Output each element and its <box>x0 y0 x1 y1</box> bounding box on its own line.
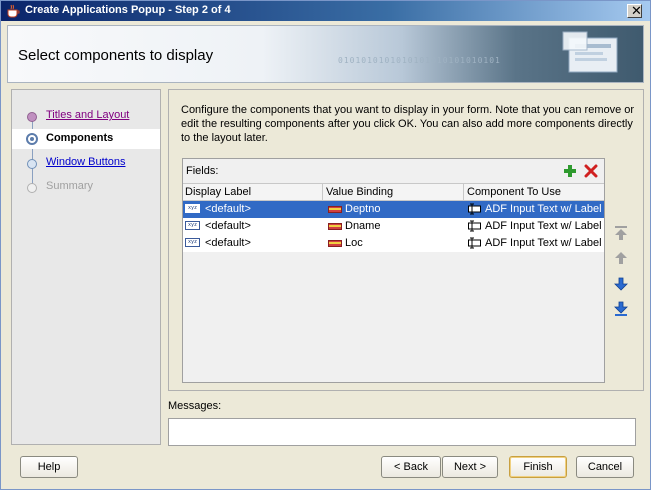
table-row[interactable]: xyz <default> Loc ADF Input Text w/ Labe… <box>183 235 604 252</box>
column-header-value-binding[interactable]: Value Binding <box>326 186 393 198</box>
messages-label: Messages: <box>168 400 222 412</box>
input-text-component-icon <box>468 220 481 232</box>
table-row[interactable]: xyz <default> Deptno ADF Input Text w/ L… <box>183 201 604 218</box>
fields-toolbar: Fields: <box>183 159 604 183</box>
component-cell[interactable]: ADF Input Text w/ Label <box>485 203 602 215</box>
fields-table-panel: Fields: Display Label Value Binding Comp… <box>182 158 605 383</box>
display-label-cell[interactable]: <default> <box>205 203 251 215</box>
column-header-component[interactable]: Component To Use <box>467 186 561 198</box>
cancel-button[interactable]: Cancel <box>576 456 634 478</box>
add-icon[interactable] <box>563 164 577 178</box>
nav-step-window-buttons[interactable]: Window Buttons <box>12 153 160 173</box>
move-to-top-icon <box>615 226 627 240</box>
instructions-text: Configure the components that you want t… <box>181 104 635 144</box>
finish-button[interactable]: Finish <box>509 456 567 478</box>
component-cell[interactable]: ADF Input Text w/ Label <box>485 237 602 249</box>
move-to-bottom-icon[interactable] <box>612 300 630 318</box>
text-field-icon: xyz <box>185 238 200 247</box>
window-title: Create Applications Popup - Step 2 of 4 <box>25 4 231 16</box>
nav-step-label: Components <box>46 132 114 144</box>
nav-step-label: Summary <box>46 180 94 192</box>
step-dot-active-icon <box>26 133 38 145</box>
banner-decoration-digits: 0101010101010101010101010101 <box>338 56 501 65</box>
attribute-binding-icon <box>328 223 342 230</box>
form-graphic-icon <box>562 31 618 73</box>
messages-area[interactable] <box>168 418 636 446</box>
grid-header: Display Label Value Binding Component To… <box>183 183 604 201</box>
close-button[interactable]: ✕ <box>627 3 642 18</box>
coffee-cup-icon <box>7 4 20 18</box>
display-label-cell[interactable]: <default> <box>205 237 251 249</box>
step-dot-icon <box>27 159 37 169</box>
wizard-step-nav: Titles and Layout Components Window Butt… <box>11 89 161 445</box>
main-panel: Configure the components that you want t… <box>168 89 644 391</box>
nav-step-components[interactable]: Components <box>12 129 160 149</box>
text-field-icon: xyz <box>185 221 200 230</box>
move-up-icon <box>615 252 627 264</box>
dialog-window: Create Applications Popup - Step 2 of 4 … <box>0 0 651 490</box>
attribute-binding-icon <box>328 240 342 247</box>
nav-step-label[interactable]: Window Buttons <box>46 156 125 168</box>
step-dot-icon <box>27 112 37 122</box>
reorder-buttons <box>612 224 632 324</box>
back-button[interactable]: < Back <box>381 456 441 478</box>
attribute-binding-icon <box>328 206 342 213</box>
value-binding-cell[interactable]: Loc <box>345 237 363 249</box>
page-title: Select components to display <box>18 47 214 64</box>
nav-step-summary: Summary <box>12 177 160 197</box>
text-field-icon: xyz <box>185 204 200 213</box>
display-label-cell[interactable]: <default> <box>205 220 251 232</box>
component-cell[interactable]: ADF Input Text w/ Label <box>485 220 602 232</box>
nav-step-label[interactable]: Titles and Layout <box>46 109 129 121</box>
move-down-icon[interactable] <box>612 275 630 293</box>
title-bar[interactable]: Create Applications Popup - Step 2 of 4 … <box>1 1 650 21</box>
close-icon: ✕ <box>631 3 642 18</box>
column-divider <box>322 184 323 201</box>
delete-icon[interactable] <box>584 164 598 178</box>
fields-label: Fields: <box>186 165 219 177</box>
nav-step-titles-and-layout[interactable]: Titles and Layout <box>12 106 160 126</box>
table-row[interactable]: xyz <default> Dname ADF Input Text w/ La… <box>183 218 604 235</box>
help-button[interactable]: Help <box>20 456 78 478</box>
column-header-display-label[interactable]: Display Label <box>185 186 251 198</box>
column-divider <box>463 184 464 201</box>
step-dot-disabled-icon <box>27 183 37 193</box>
next-button[interactable]: Next > <box>442 456 498 478</box>
header-banner: Select components to display 01010101010… <box>7 25 644 83</box>
input-text-component-icon <box>468 203 481 215</box>
input-text-component-icon <box>468 237 481 249</box>
value-binding-cell[interactable]: Deptno <box>345 203 380 215</box>
value-binding-cell[interactable]: Dname <box>345 220 380 232</box>
